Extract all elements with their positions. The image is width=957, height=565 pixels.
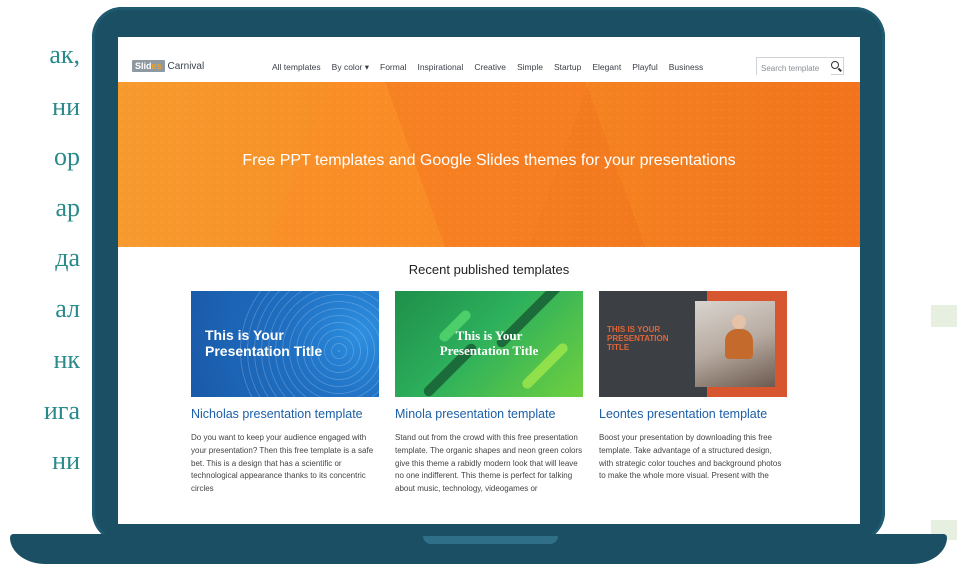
- template-thumbnail[interactable]: THIS IS YOUR PRESENTATION TITLE: [599, 291, 787, 397]
- side-line: ни: [52, 92, 80, 121]
- side-line: ни: [52, 446, 80, 475]
- side-line: да: [55, 243, 80, 272]
- hero-banner: Free PPT templates and Google Slides the…: [118, 82, 860, 247]
- template-description: Stand out from the crowd with this free …: [395, 433, 583, 494]
- nav-item-elegant[interactable]: Elegant: [592, 62, 621, 73]
- nav-item-business[interactable]: Business: [669, 62, 704, 73]
- template-title[interactable]: Nicholas presentation template: [191, 407, 379, 422]
- thumbnail-title: THIS IS YOUR PRESENTATION TITLE: [607, 325, 669, 353]
- nav-item-by-color[interactable]: By color ▾: [332, 62, 369, 73]
- nav-item-playful[interactable]: Playful: [632, 62, 658, 73]
- laptop-screen: Slides Carnival All templates By color ▾…: [118, 37, 860, 524]
- photo-person: [732, 315, 746, 329]
- nav-menu: All templates By color ▾ Formal Inspirat…: [272, 62, 714, 73]
- search-input[interactable]: [757, 60, 831, 77]
- nav-item-creative[interactable]: Creative: [474, 62, 506, 73]
- logo-carnival: Carnival: [167, 60, 205, 72]
- side-line: ак,: [49, 40, 80, 69]
- photo-person: [725, 329, 753, 359]
- search-box: [756, 57, 844, 77]
- search-icon[interactable]: [831, 61, 839, 69]
- side-line: нк: [53, 345, 80, 374]
- top-nav: Slides Carnival All templates By color ▾…: [118, 37, 860, 82]
- logo-slides: Slides: [132, 60, 165, 72]
- laptop-notch: [423, 536, 558, 544]
- template-card-leontes[interactable]: THIS IS YOUR PRESENTATION TITLE Leontes …: [599, 291, 787, 483]
- template-title[interactable]: Leontes presentation template: [599, 407, 787, 422]
- side-line: ал: [55, 294, 80, 323]
- thumbnail-title: This is Your Presentation Title: [439, 328, 539, 358]
- slidescarnival-logo[interactable]: Slides Carnival: [132, 59, 204, 73]
- section-title: Recent published templates: [408, 262, 570, 277]
- side-line: ар: [55, 193, 80, 222]
- nav-item-formal[interactable]: Formal: [380, 62, 406, 73]
- hero-title: Free PPT templates and Google Slides the…: [242, 152, 736, 169]
- template-description: Boost your presentation by downloading t…: [599, 433, 782, 481]
- template-card-minola[interactable]: This is Your Presentation Title Minola pr…: [395, 291, 583, 496]
- nav-item-startup[interactable]: Startup: [554, 62, 581, 73]
- template-description: Do you want to keep your audience engage…: [191, 433, 374, 494]
- nav-item-all-templates[interactable]: All templates: [272, 62, 321, 73]
- template-thumbnail[interactable]: This is Your Presentation Title: [191, 291, 379, 397]
- decor-square: [931, 305, 957, 327]
- template-card-nicholas[interactable]: This is Your Presentation Title Nicholas …: [191, 291, 379, 496]
- nav-item-simple[interactable]: Simple: [517, 62, 543, 73]
- thumbnail-title: This is Your Presentation Title: [205, 327, 323, 360]
- template-title[interactable]: Minola presentation template: [395, 407, 583, 422]
- side-line: ига: [43, 396, 80, 425]
- side-line: ор: [54, 142, 80, 171]
- template-thumbnail[interactable]: This is Your Presentation Title: [395, 291, 583, 397]
- nav-item-inspirational[interactable]: Inspirational: [417, 62, 463, 73]
